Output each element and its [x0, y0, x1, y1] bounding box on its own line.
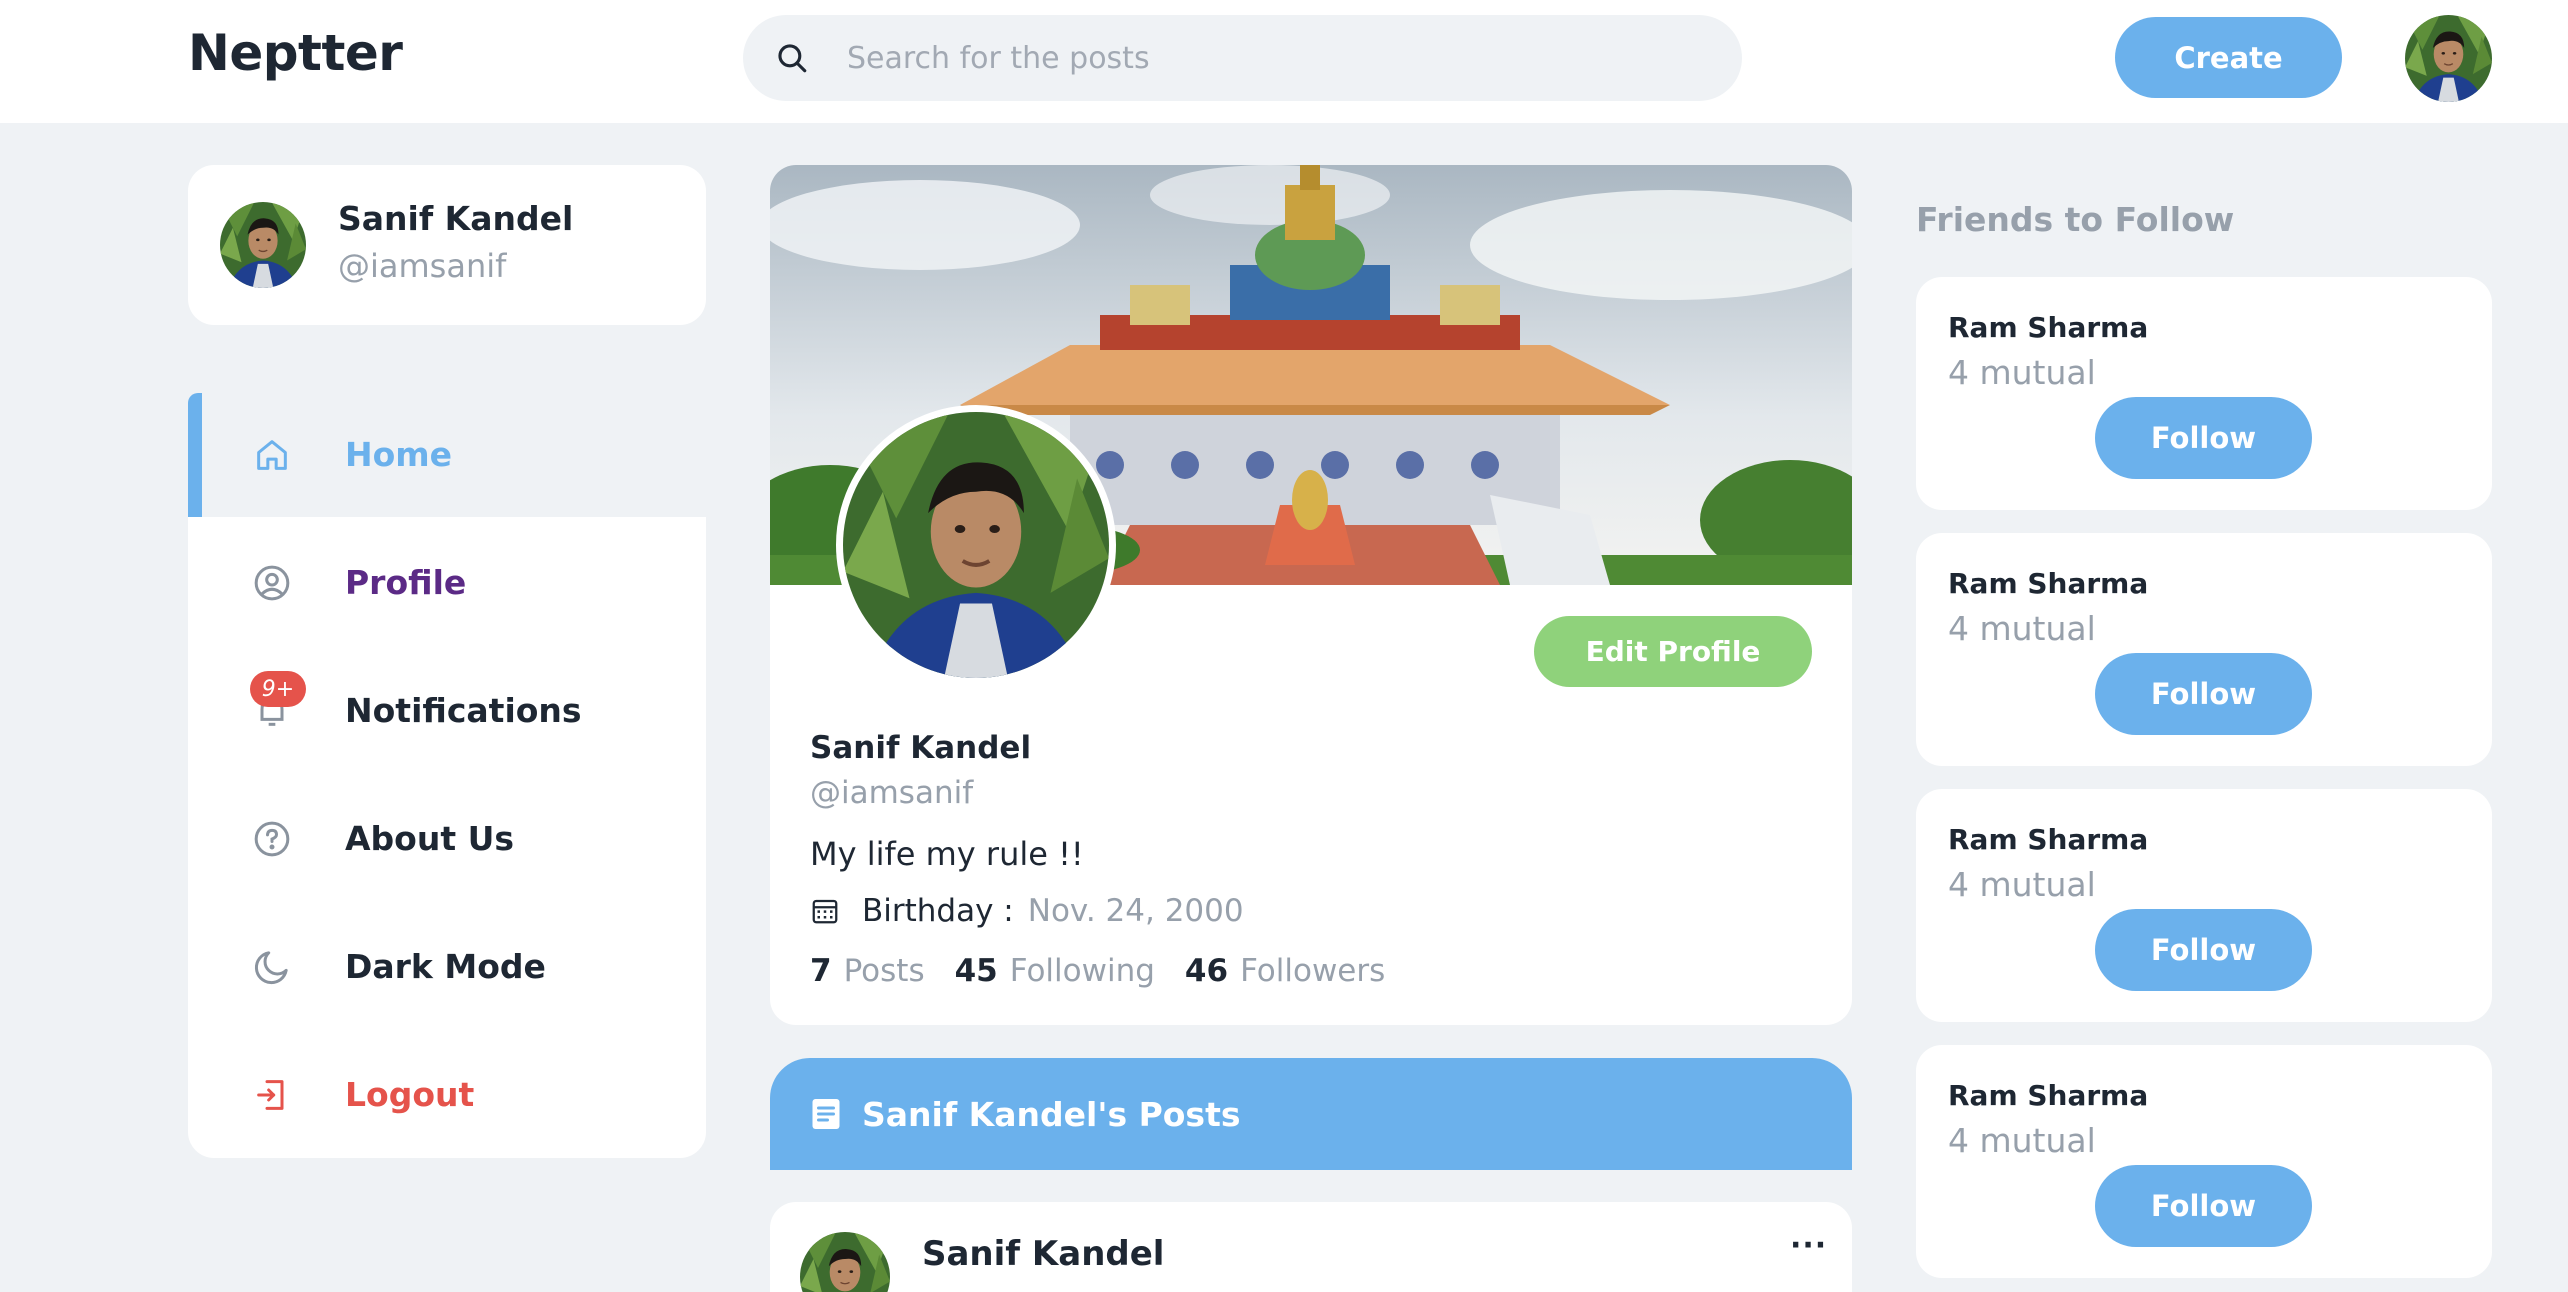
profile-stats: 7 Posts 45 Following 46 Followers: [810, 953, 1415, 989]
more-options-icon[interactable]: ···: [1790, 1228, 1827, 1263]
friend-mutual: 4 mutual: [1948, 865, 2096, 904]
sidebar-item-about-us[interactable]: About Us: [188, 777, 706, 901]
sidebar-item-label: Logout: [345, 1075, 475, 1114]
sidebar-item-label: About Us: [345, 819, 515, 858]
friend-suggestion-card: Ram Sharma 4 mutual Follow: [1916, 1045, 2492, 1278]
post-author-name[interactable]: Sanif Kandel: [922, 1234, 1164, 1274]
user-handle: @iamsanif: [338, 247, 507, 285]
sidebar-item-label: Notifications: [345, 691, 582, 730]
document-icon: [812, 1099, 840, 1129]
friend-mutual: 4 mutual: [1948, 609, 2096, 648]
sidebar-nav: Home Profile Notifications About Us Dark…: [188, 393, 706, 1158]
followers-label[interactable]: Followers: [1240, 953, 1385, 989]
post-card: Sanif Kandel ···: [770, 1202, 1852, 1292]
sidebar-item-profile[interactable]: Profile: [188, 521, 706, 645]
user-circle-icon: [254, 565, 290, 601]
header-avatar[interactable]: [2405, 15, 2492, 102]
follow-button[interactable]: Follow: [2095, 653, 2312, 735]
search-icon: [778, 44, 807, 73]
edit-profile-button[interactable]: Edit Profile: [1534, 616, 1812, 687]
profile-name: Sanif Kandel: [810, 730, 1032, 766]
friend-name[interactable]: Ram Sharma: [1948, 1079, 2148, 1112]
question-circle-icon: [254, 821, 290, 857]
friend-mutual: 4 mutual: [1948, 353, 2096, 392]
friend-suggestion-card: Ram Sharma 4 mutual Follow: [1916, 789, 2492, 1022]
sidebar-item-label: Dark Mode: [345, 947, 546, 986]
follow-button[interactable]: Follow: [2095, 909, 2312, 991]
friend-name[interactable]: Ram Sharma: [1948, 311, 2148, 344]
posts-section-title: Sanif Kandel's Posts: [862, 1094, 1241, 1134]
friend-mutual: 4 mutual: [1948, 1121, 2096, 1160]
profile-card: Edit Profile Sanif Kandel @iamsanif My l…: [770, 165, 1852, 1025]
brand-logo[interactable]: Neptter: [188, 24, 403, 82]
profile-birthday: Birthday : Nov. 24, 2000: [810, 893, 1244, 929]
notification-badge: 9+: [250, 671, 306, 707]
friends-to-follow-title: Friends to Follow: [1916, 200, 2235, 239]
follow-button[interactable]: Follow: [2095, 1165, 2312, 1247]
posts-section-header: Sanif Kandel's Posts: [770, 1058, 1852, 1170]
profile-bio: My life my rule !!: [810, 835, 1084, 873]
sidebar-item-home[interactable]: Home: [188, 393, 706, 517]
search-input[interactable]: [847, 40, 1667, 76]
calendar-icon: [812, 899, 838, 924]
posts-count: 7: [810, 953, 832, 989]
profile-handle: @iamsanif: [810, 775, 974, 811]
user-name: Sanif Kandel: [338, 199, 574, 238]
following-label[interactable]: Following: [1010, 953, 1155, 989]
sidebar-item-label: Home: [345, 435, 453, 474]
friend-name[interactable]: Ram Sharma: [1948, 823, 2148, 856]
post-author-avatar[interactable]: [800, 1232, 890, 1292]
posts-label[interactable]: Posts: [844, 953, 925, 989]
sidebar-item-notifications[interactable]: Notifications: [188, 649, 706, 773]
current-user-card[interactable]: Sanif Kandel @iamsanif: [188, 165, 706, 325]
sidebar-item-label: Profile: [345, 563, 467, 602]
user-avatar: [220, 202, 306, 288]
home-icon: [257, 440, 287, 470]
moon-icon: [254, 951, 288, 985]
birthday-label: Birthday :: [862, 893, 1014, 929]
followers-count: 46: [1184, 953, 1229, 989]
friend-suggestion-card: Ram Sharma 4 mutual Follow: [1916, 277, 2492, 510]
following-count: 45: [954, 953, 998, 989]
logout-icon: [257, 1080, 284, 1110]
search-bar[interactable]: [743, 15, 1742, 101]
profile-avatar[interactable]: [836, 405, 1116, 685]
top-header: Neptter Create: [0, 0, 2568, 123]
sidebar-item-dark-mode[interactable]: Dark Mode: [188, 905, 706, 1029]
create-button[interactable]: Create: [2115, 17, 2342, 98]
birthday-value: Nov. 24, 2000: [1027, 893, 1244, 929]
friend-name[interactable]: Ram Sharma: [1948, 567, 2148, 600]
friend-suggestion-card: Ram Sharma 4 mutual Follow: [1916, 533, 2492, 766]
sidebar-item-logout[interactable]: Logout: [188, 1033, 706, 1157]
follow-button[interactable]: Follow: [2095, 397, 2312, 479]
